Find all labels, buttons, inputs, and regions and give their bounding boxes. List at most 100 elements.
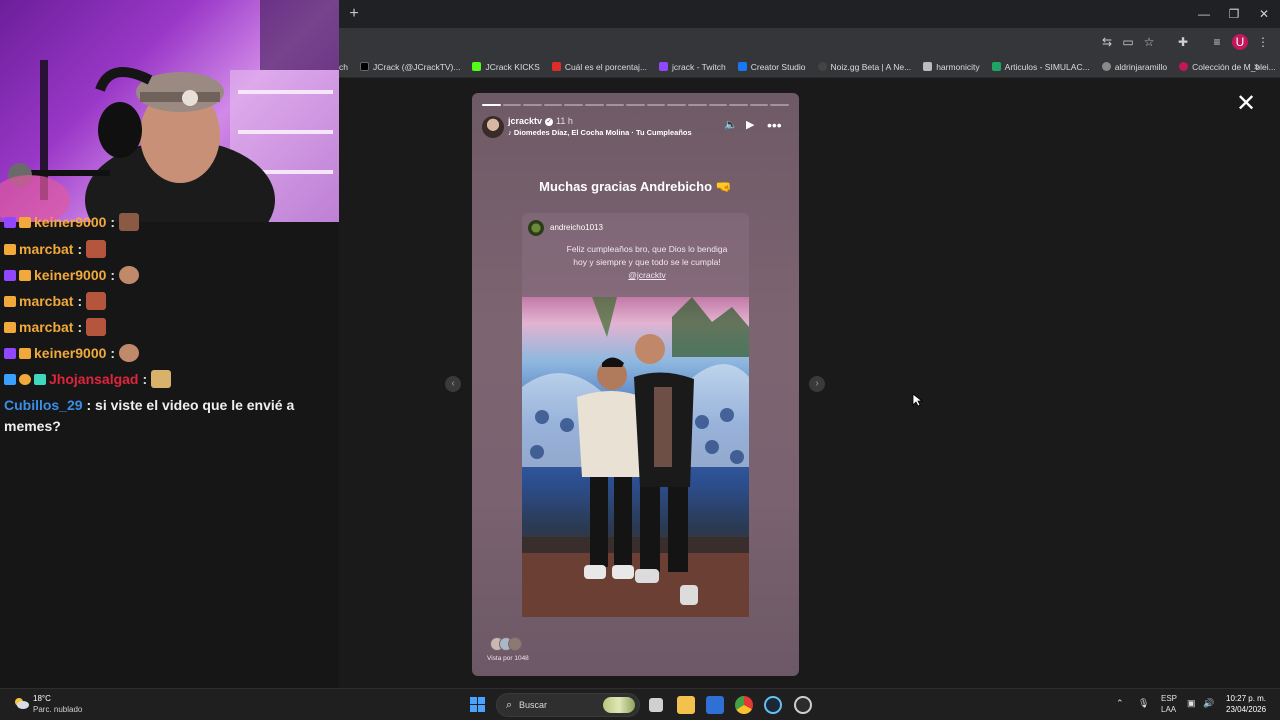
close-story-button[interactable]: ✕: [1236, 92, 1256, 116]
chat-username[interactable]: marcbat: [19, 319, 73, 335]
search-placeholder: Buscar: [519, 700, 548, 710]
bookmark-item[interactable]: Articulos - SIMULAC...: [991, 62, 1090, 72]
chat-line: Jhojansalgad :: [4, 370, 172, 388]
start-button[interactable]: [470, 697, 485, 712]
close-window-button[interactable]: ✕: [1250, 4, 1278, 24]
bookmark-item[interactable]: Colección de M_blei...: [1179, 62, 1276, 72]
search-highlight-art: [603, 697, 635, 713]
bookmark-item[interactable]: Noiz.gg Beta | A Ne...: [817, 62, 911, 72]
chat-username[interactable]: keiner9000: [34, 214, 106, 230]
taskbar-search[interactable]: ⌕ Buscar: [496, 693, 640, 717]
play-icon[interactable]: ▶: [746, 119, 754, 131]
x-logo-icon: [359, 62, 369, 71]
viewers-count[interactable]: Vista por 1048: [487, 655, 529, 662]
chat-line: marcbat :: [4, 240, 107, 258]
s-logo-icon: [551, 62, 561, 71]
bookmark-item[interactable]: JCrack (@JCrackTV)...: [359, 62, 460, 72]
steam-icon[interactable]: [764, 696, 782, 714]
maximize-button[interactable]: ❐: [1220, 4, 1248, 24]
bookmark-item[interactable]: harmonicity: [923, 62, 980, 72]
emote-icon: [86, 318, 107, 336]
app-icon[interactable]: [794, 696, 812, 714]
weather-description[interactable]: Parc. nublado: [33, 705, 82, 714]
emote-icon: [86, 240, 107, 258]
emote-icon: [86, 292, 107, 310]
browser-titlebar: [339, 0, 1280, 28]
profile-avatar-icon[interactable]: U: [1232, 34, 1248, 50]
emote-icon: [151, 370, 172, 388]
bookmark-item[interactable]: Creator Studio: [737, 62, 806, 72]
chat-username[interactable]: marcbat: [19, 293, 73, 309]
story-music[interactable]: ♪ Diomedes Díaz, El Cocha Molina · Tu Cu…: [508, 128, 692, 137]
sub-badge-icon: [4, 269, 16, 281]
chat-username[interactable]: Cubillos_29: [4, 397, 83, 413]
file-explorer-icon[interactable]: [677, 696, 695, 714]
progress-segment: [687, 104, 707, 106]
chat-separator: :: [77, 319, 83, 335]
bookmark-item[interactable]: Cuál es el porcentaj...: [551, 62, 647, 72]
bookmark-item[interactable]: JCrack KICKS: [472, 62, 540, 72]
next-story-button[interactable]: ›: [809, 376, 825, 392]
mail-icon[interactable]: [706, 696, 724, 714]
progress-segment: [523, 104, 542, 106]
shared-story[interactable]: andreicho1013 Feliz cumpleaños bro, que …: [522, 213, 749, 617]
clock-date[interactable]: 23/04/2026: [1226, 705, 1266, 714]
keyboard-layout[interactable]: LAA: [1161, 705, 1176, 714]
viewer-avatars[interactable]: [490, 637, 524, 651]
noiz-logo-icon: [817, 62, 827, 71]
media-controls-icon[interactable]: ≡: [1209, 34, 1225, 50]
chat-separator: :: [110, 267, 116, 283]
globe-icon: [1101, 62, 1111, 71]
weather-temperature[interactable]: 18°C: [33, 694, 51, 703]
search-icon: ⌕: [506, 699, 513, 711]
number-badge-icon: [19, 373, 31, 385]
progress-segment: [646, 104, 666, 106]
task-view-icon[interactable]: [649, 698, 663, 712]
chat-separator: :: [142, 371, 148, 387]
language-indicator[interactable]: ESP: [1161, 694, 1177, 703]
new-tab-button[interactable]: +: [345, 5, 363, 23]
harmonicity-logo-icon: [923, 62, 933, 71]
story-username[interactable]: jcracktv ✓: [508, 116, 554, 126]
bookmark-star-icon[interactable]: ☆: [1141, 34, 1157, 50]
tray-overflow-icon[interactable]: ⌃: [1116, 698, 1124, 709]
chat-message: Cubillos_29 : si viste el video que le e…: [4, 395, 324, 437]
story-avatar[interactable]: [482, 116, 504, 138]
microphone-icon[interactable]: 🎙: [1138, 698, 1149, 709]
clock-time[interactable]: 10:27 p. m.: [1226, 694, 1266, 703]
chrome-icon[interactable]: [735, 696, 753, 714]
mute-icon[interactable]: 🔈: [724, 119, 738, 131]
chat-username[interactable]: Jhojansalgad: [49, 371, 138, 387]
grid-badge-icon: [34, 373, 46, 385]
progress-segment: [584, 104, 604, 106]
bookmarks-overflow-button[interactable]: »: [1254, 56, 1260, 77]
chat-line: keiner9000 :: [4, 344, 140, 362]
more-options-icon[interactable]: •••: [767, 118, 782, 132]
bookmark-item[interactable]: jcrack - Twitch: [659, 62, 726, 72]
emote-icon: [119, 344, 140, 362]
bookmark-item[interactable]: aldrinjaramillo: [1101, 62, 1167, 72]
network-icon[interactable]: ▣: [1187, 698, 1196, 709]
cast-icon[interactable]: ▭: [1120, 34, 1136, 50]
chat-username[interactable]: marcbat: [19, 241, 73, 257]
minimize-button[interactable]: —: [1190, 4, 1218, 24]
volume-icon[interactable]: 🔊: [1203, 698, 1214, 709]
menu-icon[interactable]: ⋮: [1255, 34, 1271, 50]
chat-username[interactable]: keiner9000: [34, 345, 106, 361]
screen: keiner9000 : marcbat : keiner9000 : marc…: [0, 0, 1280, 720]
extensions-icon[interactable]: ✚: [1175, 34, 1191, 50]
shared-avatar: [528, 220, 544, 236]
translate-icon[interactable]: ⇆: [1099, 34, 1115, 50]
emote-icon: [119, 266, 140, 284]
bookmark-item[interactable]: ch: [339, 62, 348, 72]
chat-username[interactable]: keiner9000: [34, 267, 106, 283]
shared-caption: Feliz cumpleaños bro, que Dios lo bendig…: [566, 244, 728, 280]
previous-story-button[interactable]: ‹: [445, 376, 461, 392]
mention-link[interactable]: @jcracktv: [628, 270, 665, 280]
crown-badge-icon: [19, 216, 31, 228]
progress-segment: [770, 104, 789, 106]
progress-segment: [605, 104, 625, 106]
mouse-cursor-icon: [912, 393, 924, 407]
emote-icon: [119, 213, 140, 231]
progress-segment: [626, 104, 645, 106]
